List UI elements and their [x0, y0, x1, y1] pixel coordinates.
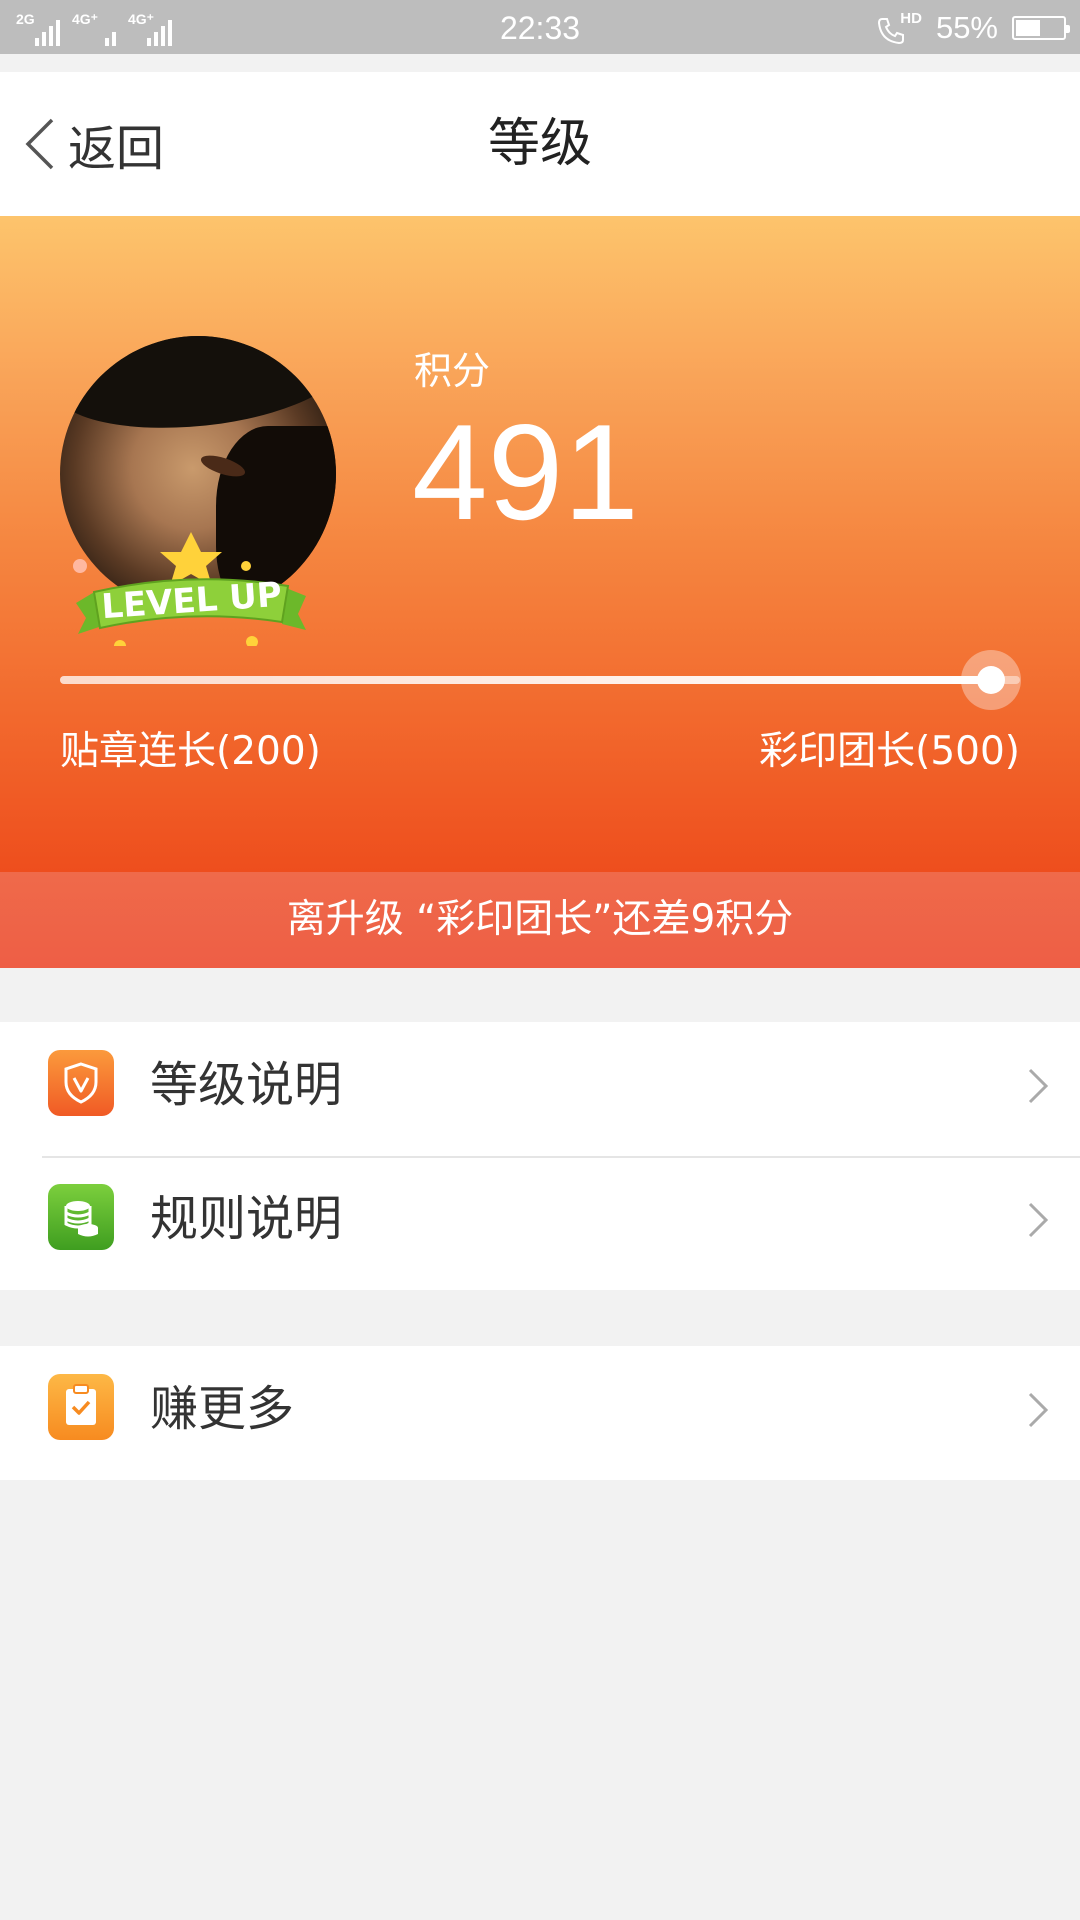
chevron-right-icon	[1028, 1392, 1049, 1428]
level-hero: LEVEL UP 积分 491 贴章连长(200) 彩印团长(500)	[0, 216, 1080, 872]
coins-icon	[48, 1184, 114, 1250]
shield-v-icon	[48, 1050, 114, 1116]
next-level-label: 彩印团长(500)	[759, 729, 1020, 774]
menu-group-info: 等级说明 规则说明	[0, 1022, 1080, 1290]
battery-percent: 55%	[935, 10, 998, 45]
points-label: 积分	[414, 349, 491, 393]
menu-group-earn: 赚更多	[0, 1346, 1080, 1480]
menu-item-rules[interactable]: 规则说明	[0, 1156, 1080, 1290]
status-bar: 2G 4G⁺ 4G⁺ 22:33 HD 55%	[0, 0, 1080, 54]
hd-label: HD	[900, 10, 922, 27]
page-title: 等级	[487, 114, 592, 174]
clipboard-check-icon	[48, 1374, 114, 1440]
battery-icon	[1012, 16, 1070, 40]
avatar-container[interactable]: LEVEL UP	[58, 336, 338, 646]
progress-knob	[961, 650, 1022, 710]
upgrade-hint-banner: 离升级 “彩印团长”还差9积分	[0, 872, 1080, 968]
hd-call-icon: HD	[876, 10, 922, 46]
menu-item-label: 规则说明	[150, 1191, 343, 1247]
progress-fill	[60, 676, 992, 684]
menu-item-level-description[interactable]: 等级说明	[0, 1022, 1080, 1156]
navigation-bar: 返回 等级	[0, 72, 1080, 216]
chevron-right-icon	[1028, 1068, 1049, 1104]
menu-item-label: 赚更多	[150, 1381, 295, 1437]
chevron-right-icon	[1028, 1202, 1049, 1238]
level-progress-bar	[60, 650, 1022, 710]
menu-item-earn-more[interactable]: 赚更多	[0, 1346, 1080, 1480]
menu-item-label: 等级说明	[150, 1057, 343, 1113]
current-level-label: 贴章连长(200)	[60, 729, 321, 774]
points-value: 491	[412, 396, 639, 548]
level-up-badge: LEVEL UP	[73, 532, 306, 646]
